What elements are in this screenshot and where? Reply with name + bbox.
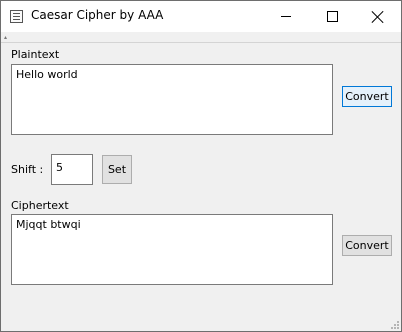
window-title: Caesar Cipher by AAA [31, 8, 164, 22]
maximize-button[interactable] [309, 1, 355, 32]
ciphertext-convert-button[interactable]: Convert [342, 235, 392, 256]
menu-bar: ▴ [1, 32, 401, 43]
minimize-button[interactable] [263, 1, 309, 32]
plaintext-input[interactable]: Hello world [11, 64, 333, 135]
title-bar[interactable]: Caesar Cipher by AAA [1, 1, 401, 32]
plaintext-label: Plaintext [11, 48, 60, 61]
resize-grip-icon[interactable] [389, 319, 399, 329]
main-window: Caesar Cipher by AAA ▴ Plaintext Hello w… [0, 0, 402, 332]
minimize-icon [281, 16, 291, 17]
plaintext-convert-button[interactable]: Convert [342, 86, 392, 107]
shift-label: Shift : [11, 163, 44, 176]
shift-input[interactable]: 5 [51, 154, 93, 185]
ciphertext-label: Ciphertext [11, 199, 69, 212]
set-shift-button[interactable]: Set [102, 155, 132, 184]
menu-grip-icon: ▴ [4, 34, 8, 41]
maximize-icon [326, 11, 338, 22]
close-icon [372, 11, 384, 23]
close-button[interactable] [355, 1, 401, 32]
app-window-icon [10, 10, 23, 23]
ciphertext-input[interactable]: Mjqqt btwqi [11, 214, 333, 285]
